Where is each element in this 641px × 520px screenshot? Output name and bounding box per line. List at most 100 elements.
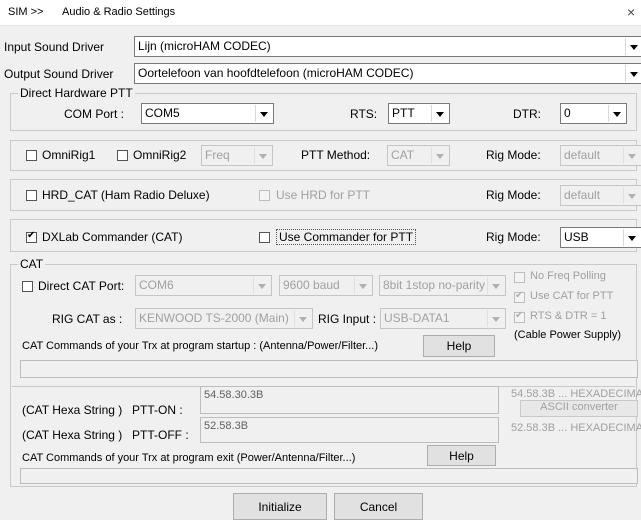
chevron-down-icon[interactable] xyxy=(623,147,640,164)
output-driver-select[interactable]: Oortelefoon van hoofdtelefoon (microHAM … xyxy=(134,63,641,84)
no-freq-polling-label: No Freq Polling xyxy=(530,270,606,282)
dxlab-rig-mode-select[interactable]: USB xyxy=(560,227,641,248)
ptt-on-field[interactable]: 54.58.30.3B xyxy=(200,386,499,414)
title-bar: SIM >> Audio & Radio Settings × xyxy=(0,0,641,26)
use-cat-ptt-checkbox[interactable] xyxy=(514,290,525,303)
hrd-ptt-label: Use HRD for PTT xyxy=(276,188,371,202)
chevron-down-icon[interactable] xyxy=(625,65,641,82)
cable-power-label: (Cable Power Supply) xyxy=(514,329,621,341)
dxlab-rig-mode-label: Rig Mode: xyxy=(486,230,541,244)
window-title: Audio & Radio Settings xyxy=(62,6,176,18)
ptt-method-select[interactable]: CAT xyxy=(387,145,450,166)
dxlab-label: DXLab Commander (CAT) xyxy=(42,230,183,244)
rts-value: PTT xyxy=(392,106,415,120)
cat-port-select[interactable]: COM6 xyxy=(135,275,272,296)
chevron-down-icon[interactable] xyxy=(623,187,640,204)
ptt-off-field[interactable]: 52.58.3B xyxy=(200,417,499,443)
ascii-converter-button[interactable]: ASCII converter xyxy=(520,400,638,417)
hrd-ptt-checkbox[interactable] xyxy=(259,190,270,201)
rig-input-label: RIG Input : xyxy=(318,312,377,326)
dxlab-checkbox[interactable] xyxy=(26,230,37,243)
ptt-on-label: PTT-ON : xyxy=(132,403,183,417)
rig-cat-as-label: RIG CAT as : xyxy=(52,312,123,326)
no-freq-polling-checkbox[interactable] xyxy=(514,272,525,283)
hexa-note-2: 52.58.3B ... HEXADECIMAL xyxy=(511,422,641,434)
output-driver-label: Output Sound Driver xyxy=(4,67,114,81)
ptt-legend: Direct Hardware PTT xyxy=(18,86,135,100)
dxlab-ptt-checkbox[interactable] xyxy=(259,232,270,243)
omnirig-rig-mode-label: Rig Mode: xyxy=(486,148,541,162)
baud-select[interactable]: 9600 baud xyxy=(279,275,373,296)
input-driver-value: Lijn (microHAM CODEC) xyxy=(138,39,271,53)
exit-commands-field[interactable] xyxy=(20,468,638,484)
rig-input-select[interactable]: USB-DATA1 xyxy=(380,308,506,329)
input-driver-label: Input Sound Driver xyxy=(4,40,105,54)
direct-cat-label: Direct CAT Port: xyxy=(38,279,125,293)
chevron-down-icon[interactable] xyxy=(294,310,311,327)
hexa-label-2: (CAT Hexa String ) xyxy=(22,428,123,442)
dtr-label: DTR: xyxy=(513,107,541,121)
omnirig2-label: OmniRig2 xyxy=(133,148,187,162)
hrd-rig-mode-select[interactable]: default xyxy=(560,185,641,206)
startup-help-button[interactable]: Help xyxy=(423,335,495,357)
omnirig-freq-select[interactable]: Freq xyxy=(201,145,273,166)
chevron-down-icon[interactable] xyxy=(253,277,270,294)
exit-commands-label: CAT Commands of your Trx at program exit… xyxy=(22,452,356,464)
chevron-down-icon[interactable] xyxy=(254,147,271,164)
rts-dtr-label: RTS & DTR = 1 xyxy=(530,310,607,322)
ptt-off-label: PTT-OFF : xyxy=(132,428,189,442)
use-cat-ptt-label: Use CAT for PTT xyxy=(530,290,614,302)
hrd-label: HRD_CAT (Ham Radio Deluxe) xyxy=(42,188,210,202)
dtr-select[interactable]: 0 xyxy=(560,103,627,124)
cat-port-value: COM6 xyxy=(139,278,174,292)
format-value: 8bit 1stop no-parity xyxy=(383,278,486,292)
chevron-down-icon[interactable] xyxy=(625,38,641,55)
omnirig2-checkbox[interactable] xyxy=(117,150,128,161)
exit-help-button[interactable]: Help xyxy=(427,445,496,466)
dtr-value: 0 xyxy=(564,106,571,120)
startup-commands-field[interactable] xyxy=(20,360,638,378)
close-icon[interactable]: × xyxy=(627,4,635,20)
rig-input-value: USB-DATA1 xyxy=(384,311,450,325)
direct-cat-checkbox[interactable] xyxy=(22,281,33,292)
output-driver-value: Oortelefoon van hoofdtelefoon (microHAM … xyxy=(138,66,414,80)
omnirig-freq-value: Freq xyxy=(205,148,230,162)
initialize-button[interactable]: Initialize xyxy=(233,493,327,520)
hrd-rig-mode-value: default xyxy=(564,188,601,202)
hrd-rig-mode-label: Rig Mode: xyxy=(486,188,541,202)
baud-value: 9600 baud xyxy=(283,278,340,292)
rts-dtr-checkbox[interactable] xyxy=(514,310,525,323)
hexa-note-1: 54.58.3B ... HEXADECIMAL xyxy=(511,388,641,400)
sim-menu[interactable]: SIM >> xyxy=(8,6,43,18)
chevron-down-icon[interactable] xyxy=(487,277,504,294)
rts-select[interactable]: PTT xyxy=(388,103,450,124)
dxlab-rig-mode-value: USB xyxy=(564,230,589,244)
cat-legend: CAT xyxy=(18,257,46,271)
omnirig1-label: OmniRig1 xyxy=(42,148,96,162)
omnirig-rig-mode-value: default xyxy=(564,148,601,162)
ptt-method-label: PTT Method: xyxy=(301,148,371,162)
com-port-label: COM Port : xyxy=(64,107,125,121)
com-port-value: COM5 xyxy=(145,106,180,120)
chevron-down-icon[interactable] xyxy=(354,277,371,294)
startup-commands-label: CAT Commands of your Trx at program star… xyxy=(22,340,379,352)
cancel-button[interactable]: Cancel xyxy=(334,493,423,520)
com-port-select[interactable]: COM5 xyxy=(141,103,274,124)
chevron-down-icon[interactable] xyxy=(431,105,448,122)
rig-cat-as-select[interactable]: KENWOOD TS-2000 (Main) xyxy=(135,308,313,329)
hexa-label-1: (CAT Hexa String ) xyxy=(22,403,123,417)
rts-label: RTS: xyxy=(350,107,378,121)
chevron-down-icon[interactable] xyxy=(623,229,640,246)
dxlab-ptt-label: Use Commander for PTT xyxy=(276,229,417,245)
chevron-down-icon[interactable] xyxy=(608,105,625,122)
omnirig1-checkbox[interactable] xyxy=(26,150,37,161)
rig-cat-as-value: KENWOOD TS-2000 (Main) xyxy=(139,311,289,325)
chevron-down-icon[interactable] xyxy=(431,147,448,164)
chevron-down-icon[interactable] xyxy=(255,105,272,122)
chevron-down-icon[interactable] xyxy=(487,310,504,327)
input-driver-select[interactable]: Lijn (microHAM CODEC) xyxy=(134,36,641,57)
hrd-checkbox[interactable] xyxy=(26,190,37,201)
settings-window: SIM >> Audio & Radio Settings × Input So… xyxy=(0,0,641,520)
omnirig-rig-mode-select[interactable]: default xyxy=(560,145,641,166)
format-select[interactable]: 8bit 1stop no-parity xyxy=(379,275,506,296)
